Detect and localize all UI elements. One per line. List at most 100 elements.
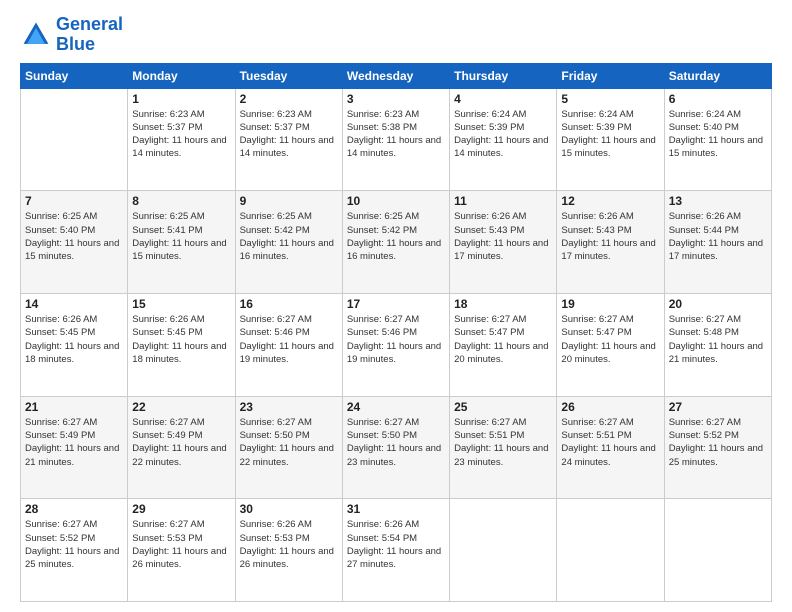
calendar-cell: 20 Sunrise: 6:27 AMSunset: 5:48 PMDaylig…	[664, 293, 771, 396]
day-info: Sunrise: 6:25 AMSunset: 5:41 PMDaylight:…	[132, 210, 230, 263]
logo: General Blue	[20, 15, 123, 55]
calendar-cell	[450, 499, 557, 602]
day-number: 9	[240, 194, 338, 208]
day-number: 17	[347, 297, 445, 311]
day-info: Sunrise: 6:27 AMSunset: 5:51 PMDaylight:…	[454, 416, 552, 469]
calendar-cell: 8 Sunrise: 6:25 AMSunset: 5:41 PMDayligh…	[128, 191, 235, 294]
calendar-cell: 6 Sunrise: 6:24 AMSunset: 5:40 PMDayligh…	[664, 88, 771, 191]
day-info: Sunrise: 6:26 AMSunset: 5:45 PMDaylight:…	[25, 313, 123, 366]
day-info: Sunrise: 6:27 AMSunset: 5:48 PMDaylight:…	[669, 313, 767, 366]
calendar-cell: 23 Sunrise: 6:27 AMSunset: 5:50 PMDaylig…	[235, 396, 342, 499]
day-info: Sunrise: 6:23 AMSunset: 5:37 PMDaylight:…	[240, 108, 338, 161]
day-number: 5	[561, 92, 659, 106]
weekday-header-cell: Monday	[128, 63, 235, 88]
day-number: 6	[669, 92, 767, 106]
calendar-cell: 13 Sunrise: 6:26 AMSunset: 5:44 PMDaylig…	[664, 191, 771, 294]
day-number: 13	[669, 194, 767, 208]
day-number: 12	[561, 194, 659, 208]
calendar-cell: 19 Sunrise: 6:27 AMSunset: 5:47 PMDaylig…	[557, 293, 664, 396]
calendar-cell: 21 Sunrise: 6:27 AMSunset: 5:49 PMDaylig…	[21, 396, 128, 499]
day-number: 2	[240, 92, 338, 106]
calendar-cell	[21, 88, 128, 191]
day-info: Sunrise: 6:26 AMSunset: 5:43 PMDaylight:…	[454, 210, 552, 263]
day-info: Sunrise: 6:27 AMSunset: 5:50 PMDaylight:…	[240, 416, 338, 469]
day-info: Sunrise: 6:26 AMSunset: 5:54 PMDaylight:…	[347, 518, 445, 571]
calendar-cell: 17 Sunrise: 6:27 AMSunset: 5:46 PMDaylig…	[342, 293, 449, 396]
day-info: Sunrise: 6:26 AMSunset: 5:43 PMDaylight:…	[561, 210, 659, 263]
day-number: 29	[132, 502, 230, 516]
weekday-header-cell: Friday	[557, 63, 664, 88]
day-number: 4	[454, 92, 552, 106]
weekday-header-cell: Tuesday	[235, 63, 342, 88]
day-number: 27	[669, 400, 767, 414]
day-info: Sunrise: 6:26 AMSunset: 5:53 PMDaylight:…	[240, 518, 338, 571]
day-info: Sunrise: 6:26 AMSunset: 5:44 PMDaylight:…	[669, 210, 767, 263]
calendar-cell: 12 Sunrise: 6:26 AMSunset: 5:43 PMDaylig…	[557, 191, 664, 294]
day-info: Sunrise: 6:27 AMSunset: 5:49 PMDaylight:…	[132, 416, 230, 469]
day-info: Sunrise: 6:27 AMSunset: 5:46 PMDaylight:…	[347, 313, 445, 366]
day-info: Sunrise: 6:25 AMSunset: 5:42 PMDaylight:…	[240, 210, 338, 263]
calendar-cell	[664, 499, 771, 602]
day-number: 11	[454, 194, 552, 208]
calendar-cell: 7 Sunrise: 6:25 AMSunset: 5:40 PMDayligh…	[21, 191, 128, 294]
calendar-cell: 28 Sunrise: 6:27 AMSunset: 5:52 PMDaylig…	[21, 499, 128, 602]
calendar-cell: 22 Sunrise: 6:27 AMSunset: 5:49 PMDaylig…	[128, 396, 235, 499]
day-number: 30	[240, 502, 338, 516]
calendar-table: SundayMondayTuesdayWednesdayThursdayFrid…	[20, 63, 772, 602]
calendar-cell: 1 Sunrise: 6:23 AMSunset: 5:37 PMDayligh…	[128, 88, 235, 191]
calendar-cell: 27 Sunrise: 6:27 AMSunset: 5:52 PMDaylig…	[664, 396, 771, 499]
calendar-cell: 15 Sunrise: 6:26 AMSunset: 5:45 PMDaylig…	[128, 293, 235, 396]
day-info: Sunrise: 6:27 AMSunset: 5:52 PMDaylight:…	[669, 416, 767, 469]
weekday-header-cell: Sunday	[21, 63, 128, 88]
page: General Blue SundayMondayTuesdayWednesda…	[0, 0, 792, 612]
day-info: Sunrise: 6:25 AMSunset: 5:40 PMDaylight:…	[25, 210, 123, 263]
day-info: Sunrise: 6:24 AMSunset: 5:40 PMDaylight:…	[669, 108, 767, 161]
day-number: 23	[240, 400, 338, 414]
calendar-cell: 18 Sunrise: 6:27 AMSunset: 5:47 PMDaylig…	[450, 293, 557, 396]
weekday-header-cell: Thursday	[450, 63, 557, 88]
day-number: 7	[25, 194, 123, 208]
calendar-cell: 25 Sunrise: 6:27 AMSunset: 5:51 PMDaylig…	[450, 396, 557, 499]
calendar-cell: 31 Sunrise: 6:26 AMSunset: 5:54 PMDaylig…	[342, 499, 449, 602]
day-number: 28	[25, 502, 123, 516]
day-info: Sunrise: 6:27 AMSunset: 5:49 PMDaylight:…	[25, 416, 123, 469]
calendar-cell: 5 Sunrise: 6:24 AMSunset: 5:39 PMDayligh…	[557, 88, 664, 191]
day-info: Sunrise: 6:23 AMSunset: 5:37 PMDaylight:…	[132, 108, 230, 161]
header: General Blue	[20, 15, 772, 55]
calendar-cell: 9 Sunrise: 6:25 AMSunset: 5:42 PMDayligh…	[235, 191, 342, 294]
day-number: 15	[132, 297, 230, 311]
day-number: 21	[25, 400, 123, 414]
day-info: Sunrise: 6:25 AMSunset: 5:42 PMDaylight:…	[347, 210, 445, 263]
calendar-cell	[557, 499, 664, 602]
day-number: 14	[25, 297, 123, 311]
calendar-cell: 16 Sunrise: 6:27 AMSunset: 5:46 PMDaylig…	[235, 293, 342, 396]
calendar-cell: 11 Sunrise: 6:26 AMSunset: 5:43 PMDaylig…	[450, 191, 557, 294]
day-info: Sunrise: 6:26 AMSunset: 5:45 PMDaylight:…	[132, 313, 230, 366]
day-number: 16	[240, 297, 338, 311]
day-number: 22	[132, 400, 230, 414]
day-number: 8	[132, 194, 230, 208]
calendar-cell: 26 Sunrise: 6:27 AMSunset: 5:51 PMDaylig…	[557, 396, 664, 499]
day-number: 1	[132, 92, 230, 106]
logo-icon	[20, 19, 52, 51]
weekday-header-cell: Saturday	[664, 63, 771, 88]
day-number: 10	[347, 194, 445, 208]
calendar-cell: 30 Sunrise: 6:26 AMSunset: 5:53 PMDaylig…	[235, 499, 342, 602]
day-info: Sunrise: 6:24 AMSunset: 5:39 PMDaylight:…	[561, 108, 659, 161]
day-number: 25	[454, 400, 552, 414]
calendar-cell: 3 Sunrise: 6:23 AMSunset: 5:38 PMDayligh…	[342, 88, 449, 191]
day-info: Sunrise: 6:24 AMSunset: 5:39 PMDaylight:…	[454, 108, 552, 161]
day-info: Sunrise: 6:27 AMSunset: 5:53 PMDaylight:…	[132, 518, 230, 571]
day-number: 24	[347, 400, 445, 414]
day-number: 19	[561, 297, 659, 311]
day-number: 31	[347, 502, 445, 516]
day-info: Sunrise: 6:27 AMSunset: 5:47 PMDaylight:…	[561, 313, 659, 366]
day-number: 20	[669, 297, 767, 311]
day-number: 18	[454, 297, 552, 311]
day-info: Sunrise: 6:27 AMSunset: 5:52 PMDaylight:…	[25, 518, 123, 571]
day-info: Sunrise: 6:27 AMSunset: 5:46 PMDaylight:…	[240, 313, 338, 366]
day-info: Sunrise: 6:27 AMSunset: 5:51 PMDaylight:…	[561, 416, 659, 469]
day-info: Sunrise: 6:27 AMSunset: 5:50 PMDaylight:…	[347, 416, 445, 469]
calendar-cell: 4 Sunrise: 6:24 AMSunset: 5:39 PMDayligh…	[450, 88, 557, 191]
day-number: 26	[561, 400, 659, 414]
